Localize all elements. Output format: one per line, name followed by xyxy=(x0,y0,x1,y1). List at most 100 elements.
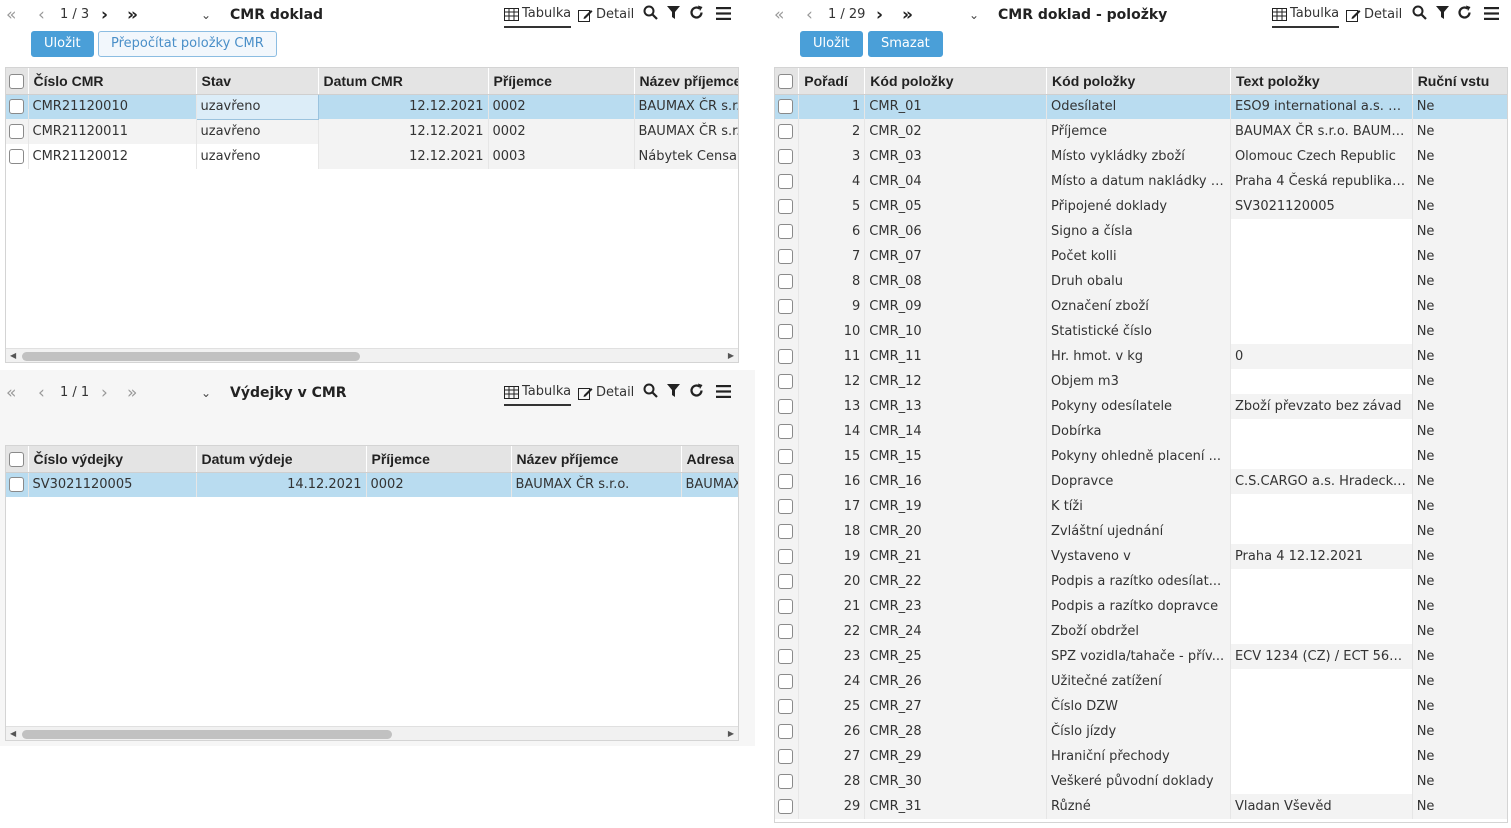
table-row[interactable]: 16 CMR_16 Dopravce C.S.CARGO a.s. Hradecká … xyxy=(775,469,1507,494)
table-row[interactable]: 10 CMR_10 Statistické číslo Ne xyxy=(775,319,1507,344)
row-checkbox[interactable] xyxy=(775,719,800,744)
table-row[interactable]: 21 CMR_23 Podpis a razítko dopravce Ne xyxy=(775,594,1507,619)
tab-detail[interactable]: Detail xyxy=(578,378,634,408)
last-page-icon[interactable]: » xyxy=(127,378,137,408)
table-row[interactable]: 9 CMR_09 Označení zboží Ne xyxy=(775,294,1507,319)
table-row[interactable]: 18 CMR_20 Zvláštní ujednání Ne xyxy=(775,519,1507,544)
recalc-button[interactable]: Přepočítat položky CMR xyxy=(98,31,277,57)
menu-icon[interactable] xyxy=(1484,0,1499,30)
search-icon[interactable] xyxy=(643,0,658,30)
row-checkbox[interactable] xyxy=(775,794,800,819)
row-checkbox[interactable] xyxy=(775,94,800,119)
table-row[interactable]: 26 CMR_28 Číslo jízdy Ne xyxy=(775,719,1507,744)
row-checkbox[interactable] xyxy=(6,472,29,497)
tab-detail[interactable]: Detail xyxy=(1346,0,1402,30)
menu-icon[interactable] xyxy=(716,0,731,30)
table-row[interactable]: 29 CMR_31 Různé Vladan Vševěd Ne xyxy=(775,794,1507,819)
column-header[interactable]: Pořadí xyxy=(798,68,866,95)
table-row[interactable]: 22 CMR_24 Zboží obdržel Ne xyxy=(775,619,1507,644)
row-checkbox[interactable] xyxy=(6,144,29,169)
row-checkbox[interactable] xyxy=(775,494,800,519)
row-checkbox[interactable] xyxy=(775,594,800,619)
table-row[interactable]: 7 CMR_07 Počet kolli Ne xyxy=(775,244,1507,269)
collapse-chevron-icon[interactable]: ⌄ xyxy=(969,0,979,30)
delete-button[interactable]: Smazat xyxy=(868,31,943,57)
table-row[interactable]: 27 CMR_29 Hraniční přechody Ne xyxy=(775,744,1507,769)
column-header[interactable]: Název příjemce xyxy=(634,68,738,95)
first-page-icon[interactable]: « xyxy=(774,0,784,30)
collapse-chevron-icon[interactable]: ⌄ xyxy=(201,0,211,30)
row-checkbox[interactable] xyxy=(775,269,800,294)
row-checkbox[interactable] xyxy=(775,369,800,394)
row-checkbox[interactable] xyxy=(775,769,800,794)
filter-icon[interactable] xyxy=(667,0,680,30)
prev-page-icon[interactable]: ‹ xyxy=(38,0,45,30)
search-icon[interactable] xyxy=(643,378,658,408)
tab-tabulka[interactable]: Tabulka xyxy=(504,380,572,406)
table-row[interactable]: CMR21120011 uzavřeno 12.12.2021 0002 BAU… xyxy=(6,119,738,144)
row-checkbox[interactable] xyxy=(775,294,800,319)
table-row[interactable]: 12 CMR_12 Objem m3 Ne xyxy=(775,369,1507,394)
select-all-checkbox[interactable] xyxy=(6,446,29,473)
scroll-right-icon[interactable]: ▶ xyxy=(728,349,734,362)
table-row[interactable]: 28 CMR_30 Veškeré původní doklady Ne xyxy=(775,769,1507,794)
table-row[interactable]: 15 CMR_15 Pokyny ohledně placení ... Ne xyxy=(775,444,1507,469)
horizontal-scrollbar[interactable]: ◀ ▶ xyxy=(6,348,738,362)
row-checkbox[interactable] xyxy=(6,94,29,119)
scrollbar-thumb[interactable] xyxy=(22,730,392,739)
row-checkbox[interactable] xyxy=(775,169,800,194)
table-row[interactable]: 13 CMR_13 Pokyny odesílatele Zboží převzato… xyxy=(775,394,1507,419)
table-row[interactable]: 20 CMR_22 Podpis a razítko odesílat... Ne xyxy=(775,569,1507,594)
save-button[interactable]: Uložit xyxy=(31,31,94,57)
table-row[interactable]: 2 CMR_02 Příjemce BAUMAX ČR s.r.o. BAUMA...… xyxy=(775,119,1507,144)
column-header[interactable]: Číslo výdejky xyxy=(28,446,197,473)
column-header[interactable]: Ruční vstu xyxy=(1412,68,1507,95)
horizontal-scrollbar[interactable]: ◀ ▶ xyxy=(6,726,738,740)
filter-icon[interactable] xyxy=(1436,0,1449,30)
table-row[interactable]: CMR21120010 uzavřeno 12.12.2021 0002 BAU… xyxy=(6,93,738,120)
scroll-right-icon[interactable]: ▶ xyxy=(728,727,734,740)
next-page-icon[interactable]: › xyxy=(101,378,108,408)
tab-detail[interactable]: Detail xyxy=(578,0,634,30)
table-row[interactable]: 19 CMR_21 Vystaveno v Praha 4 12.12.2021 Ne xyxy=(775,544,1507,569)
collapse-chevron-icon[interactable]: ⌄ xyxy=(201,378,211,408)
row-checkbox[interactable] xyxy=(775,544,800,569)
row-checkbox[interactable] xyxy=(775,219,800,244)
row-checkbox[interactable] xyxy=(775,344,800,369)
column-header[interactable]: Název příjemce xyxy=(511,446,682,473)
scrollbar-thumb[interactable] xyxy=(22,352,360,361)
row-checkbox[interactable] xyxy=(775,144,800,169)
row-checkbox[interactable] xyxy=(775,519,800,544)
table-row[interactable]: 3 CMR_03 Místo vykládky zboží Olomouc Czech… xyxy=(775,144,1507,169)
refresh-icon[interactable] xyxy=(689,378,704,408)
refresh-icon[interactable] xyxy=(1457,0,1472,30)
table-row[interactable]: 1 CMR_01 Odesílatel ESO9 international a.s.… xyxy=(775,94,1507,119)
row-checkbox[interactable] xyxy=(775,119,800,144)
last-page-icon[interactable]: » xyxy=(902,0,913,30)
last-page-icon[interactable]: » xyxy=(127,0,138,30)
table-row[interactable]: 17 CMR_19 K tíži Ne xyxy=(775,494,1507,519)
save-button[interactable]: Uložit xyxy=(800,31,863,57)
row-checkbox[interactable] xyxy=(6,119,29,144)
column-header[interactable]: Kód položky xyxy=(1046,68,1231,95)
table-row[interactable]: 25 CMR_27 Číslo DZW Ne xyxy=(775,694,1507,719)
row-checkbox[interactable] xyxy=(775,744,800,769)
column-header[interactable]: Příjemce xyxy=(488,68,635,95)
column-header[interactable]: Kód položky xyxy=(864,68,1048,95)
first-page-icon[interactable]: « xyxy=(6,0,16,30)
row-checkbox[interactable] xyxy=(775,644,800,669)
column-header[interactable]: Datum výdeje xyxy=(196,446,367,473)
table-row[interactable]: SV3021120005 14.12.2021 0002 BAUMAX ČR s… xyxy=(6,472,738,497)
row-checkbox[interactable] xyxy=(775,244,800,269)
select-all-checkbox[interactable] xyxy=(6,68,29,95)
column-header[interactable]: Číslo CMR xyxy=(28,68,197,95)
row-checkbox[interactable] xyxy=(775,469,800,494)
table-row[interactable]: 14 CMR_14 Dobírka Ne xyxy=(775,419,1507,444)
row-checkbox[interactable] xyxy=(775,194,800,219)
column-header[interactable]: Stav xyxy=(196,68,319,95)
search-icon[interactable] xyxy=(1412,0,1427,30)
tab-tabulka[interactable]: Tabulka xyxy=(1272,2,1340,28)
cell[interactable]: uzavřeno xyxy=(195,93,319,120)
table-row[interactable]: CMR21120012 uzavřeno 12.12.2021 0003 Náb… xyxy=(6,144,738,169)
column-header[interactable]: Datum CMR xyxy=(318,68,489,95)
